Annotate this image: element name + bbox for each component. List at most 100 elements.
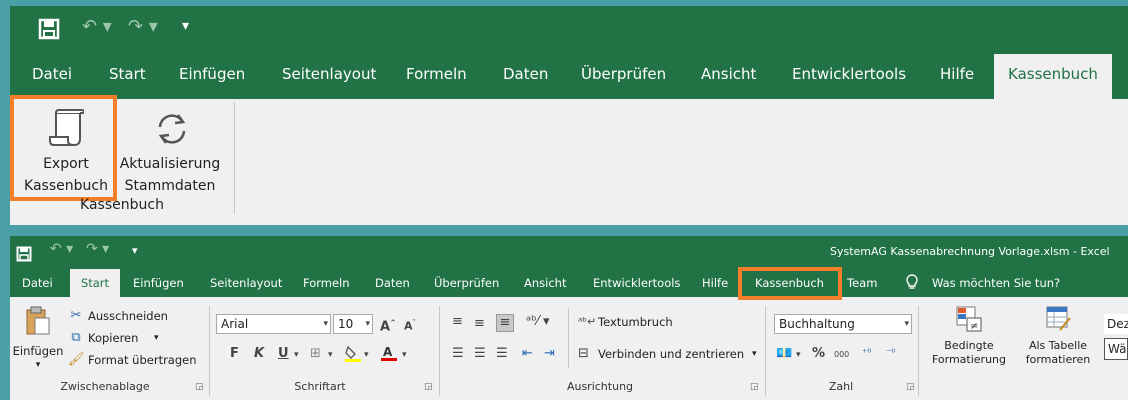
refresh-stammdaten-button[interactable]: Aktualisierung Stammdaten — [118, 103, 222, 203]
alignment-launcher-icon[interactable]: ◲ — [750, 382, 759, 392]
font-size-value: 10 — [338, 317, 354, 331]
currency-icon[interactable]: 💶 — [776, 346, 792, 362]
bold-button[interactable]: F — [230, 346, 239, 362]
customize-qat-icon[interactable]: ▾ — [132, 244, 138, 257]
tab-kassenbuch[interactable]: Kassenbuch — [994, 54, 1112, 99]
tab-hilfe[interactable]: Hilfe — [702, 269, 728, 297]
tab-ueberpruefen[interactable]: Überprüfen — [434, 269, 499, 297]
redo-icon[interactable]: ↷ ▾ — [128, 16, 158, 37]
tab-seitenlayout[interactable]: Seitenlayout — [282, 54, 376, 99]
decrease-decimal-button[interactable]: ⁻⁰ — [886, 346, 895, 362]
kassenbuch-tab-highlight — [738, 267, 842, 300]
increase-indent-icon[interactable]: ⇥ — [544, 346, 555, 362]
font-group-label: Schriftart — [294, 380, 346, 393]
tab-team[interactable]: Team — [847, 269, 877, 297]
clipboard-group-label: Zwischenablage — [60, 380, 150, 393]
grow-font-button[interactable]: A^ — [380, 315, 396, 335]
font-launcher-icon[interactable]: ◲ — [424, 382, 433, 392]
window-title: SystemAG Kassenabrechnung Vorlage.xlsm -… — [830, 245, 1110, 258]
tab-start[interactable]: Start — [109, 54, 146, 99]
align-middle-icon[interactable]: ≡ — [474, 316, 485, 332]
tab-hilfe[interactable]: Hilfe — [940, 54, 974, 99]
refresh-icon — [154, 111, 190, 151]
save-icon[interactable] — [16, 243, 32, 267]
tab-ansicht[interactable]: Ansicht — [701, 54, 756, 99]
shrink-font-button[interactable]: Aˇ — [404, 315, 416, 335]
tab-daten[interactable]: Daten — [503, 54, 548, 99]
clipboard-launcher-icon[interactable]: ◲ — [195, 382, 204, 392]
tab-entwicklertools[interactable]: Entwicklertools — [593, 269, 680, 297]
cell-style-currency[interactable]: Wäh — [1104, 338, 1128, 360]
align-center-icon[interactable]: ☰ — [474, 346, 486, 362]
tab-ansicht[interactable]: Ansicht — [524, 269, 566, 297]
align-right-icon[interactable]: ☰ — [496, 346, 508, 362]
conditional-formatting-icon: ≠ — [956, 306, 982, 336]
refresh-label-line2: Stammdaten — [124, 178, 216, 194]
scissors-icon: ✂ — [70, 308, 82, 323]
font-group: Arial ▾ 10 ▾ A^ Aˇ F K U ▾ ⊞ ▾ ▾ A ▾ Sch… — [210, 302, 438, 400]
tab-entwicklertools[interactable]: Entwicklertools — [792, 54, 906, 99]
merge-center-icon: ⊟ — [578, 346, 589, 361]
number-launcher-icon[interactable]: ◲ — [906, 382, 915, 392]
font-color-dropdown-icon[interactable]: ▾ — [402, 347, 407, 363]
paste-button[interactable]: Einfügen ▾ — [12, 304, 64, 374]
paste-icon — [25, 306, 51, 340]
undo-icon[interactable]: ↶ ▾ — [50, 241, 73, 257]
tab-formeln[interactable]: Formeln — [303, 269, 350, 297]
align-top-icon[interactable]: ≡ — [452, 314, 463, 330]
underline-dropdown-icon[interactable]: ▾ — [294, 347, 299, 363]
undo-icon[interactable]: ↶ ▾ — [82, 16, 112, 37]
font-color-icon[interactable]: A — [380, 344, 398, 367]
font-name-value: Arial — [221, 317, 249, 331]
tab-datei[interactable]: Datei — [32, 54, 72, 99]
currency-dropdown-icon[interactable]: ▾ — [796, 347, 801, 363]
redo-icon[interactable]: ↷ ▾ — [86, 241, 109, 257]
fill-dropdown-icon[interactable]: ▾ — [364, 347, 369, 363]
font-size-select[interactable]: 10 ▾ — [333, 314, 373, 334]
group-divider — [234, 102, 235, 214]
paste-label: Einfügen — [12, 344, 64, 358]
percent-button[interactable]: % — [812, 346, 825, 362]
tab-einfuegen[interactable]: Einfügen — [179, 54, 245, 99]
tab-daten[interactable]: Daten — [375, 269, 410, 297]
tab-ueberpruefen[interactable]: Überprüfen — [581, 54, 666, 99]
wrap-text-icon: ᵃᵇ↵ — [578, 315, 597, 328]
tell-me-search[interactable]: Was möchten Sie tun? — [932, 269, 1060, 297]
number-group-label: Zahl — [828, 380, 854, 393]
grow-font-glyph: A — [380, 319, 391, 335]
clipboard-group: Einfügen ▾ ✂ Ausschneiden ⧉ Kopieren ▾ 🖌… — [10, 302, 208, 400]
tab-einfuegen[interactable]: Einfügen — [133, 269, 184, 297]
tab-seitenlayout[interactable]: Seitenlayout — [210, 269, 282, 297]
conditional-formatting-button[interactable]: ≠ Bedingte Formatierung — [926, 306, 1012, 378]
format-painter-icon: 🖌 — [68, 352, 85, 367]
paste-dropdown-icon[interactable]: ▾ — [12, 358, 64, 373]
kassenbuch-group-label: Kassenbuch — [80, 197, 164, 213]
border-icon[interactable]: ⊞ — [310, 346, 321, 362]
cell-style-decimal[interactable]: Dezi — [1104, 314, 1128, 334]
increase-decimal-button[interactable]: ⁺⁰ — [862, 346, 871, 362]
save-icon[interactable] — [38, 18, 60, 45]
format-painter-label: Format übertragen — [88, 353, 197, 367]
kassenbuch-group: Export Kassenbuch Aktualisierung Stammda… — [10, 95, 234, 217]
format-as-table-button[interactable]: Als Tabelle formatieren — [1016, 306, 1100, 378]
decrease-indent-icon[interactable]: ⇤ — [522, 346, 533, 362]
orientation-icon[interactable]: ᵃᵇ⁄ ▾ — [526, 314, 550, 330]
fill-color-icon[interactable] — [344, 344, 362, 367]
svg-text:≠: ≠ — [970, 321, 978, 332]
merge-dropdown-icon[interactable]: ▾ — [752, 347, 757, 362]
table-label-line2: formatieren — [1025, 353, 1091, 366]
customize-qat-icon[interactable]: ▾ — [182, 18, 189, 34]
underline-button[interactable]: U — [278, 346, 289, 362]
align-bottom-icon[interactable]: ≡ — [496, 314, 514, 332]
copy-dropdown-icon[interactable]: ▾ — [154, 331, 159, 346]
italic-button[interactable]: K — [254, 346, 264, 362]
tab-start[interactable]: Start — [70, 269, 120, 297]
tab-datei[interactable]: Datei — [22, 269, 53, 297]
border-dropdown-icon[interactable]: ▾ — [328, 347, 333, 363]
number-format-select[interactable]: Buchhaltung ▾ — [774, 314, 912, 334]
font-name-select[interactable]: Arial ▾ — [216, 314, 331, 334]
align-left-icon[interactable]: ☰ — [452, 346, 464, 362]
thousands-button[interactable]: 000 — [834, 347, 849, 363]
tab-formeln[interactable]: Formeln — [406, 54, 467, 99]
group-divider — [918, 306, 919, 396]
